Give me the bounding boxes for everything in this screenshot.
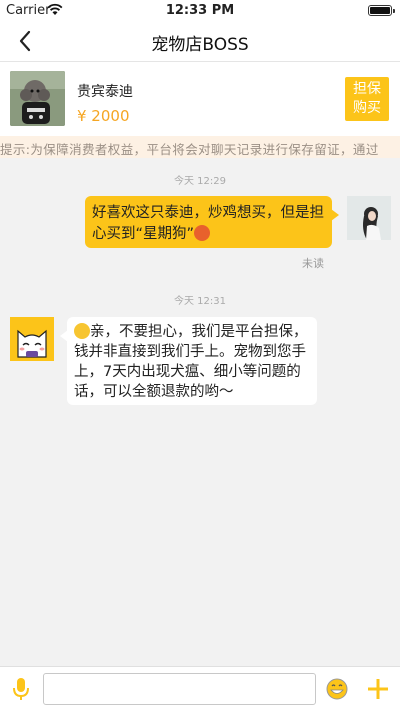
cat-avatar-icon [10,317,54,361]
nav-bar: 宠物店BOSS [0,20,400,62]
message-bubble-user[interactable]: 好喜欢这只泰迪，炒鸡想买，但是担心买到“星期狗” [85,196,339,248]
smile-emoji-icon [74,323,90,339]
product-image[interactable] [10,71,65,126]
message-text: 亲，不要担心，我们是平台担保，钱并非直接到我们手上。宠物到您手上，7天内出现犬瘟… [74,324,308,400]
status-bar: Carrier 12:33 PM [0,0,400,20]
battery-icon [368,5,395,16]
message-timestamp: 今天 12:29 [174,176,226,187]
message-timestamp: 今天 12:31 [174,296,226,307]
angry-emoji-icon [194,225,211,241]
page-title: 宠物店BOSS [151,35,249,55]
escrow-button-line2: 购买 [353,100,381,116]
user-avatar-icon [347,196,391,240]
notice-bar: 提示:为保障消费者权益，平台将会对聊天记录进行保存留证，通过 [0,136,400,158]
product-price: ¥ 2000 [77,107,130,125]
avatar[interactable] [347,196,391,240]
poodle-photo-icon [10,71,65,126]
emoji-icon[interactable] [325,677,349,701]
escrow-button-line1: 担保 [353,81,381,97]
message-bubble-shop[interactable]: 亲，不要担心，我们是平台担保，钱并非直接到我们手上。宠物到您手上，7天内出现犬瘟… [60,317,317,405]
status-time: 12:33 PM [165,3,235,18]
read-status: 未读 [302,257,324,270]
microphone-icon[interactable] [10,676,32,702]
input-bar [0,666,400,710]
product-card[interactable]: 贵宾泰迪 ¥ 2000 担保 购买 [0,62,400,136]
notice-text: 提示:为保障消费者权益，平台将会对聊天记录进行保存留证，通过 [0,142,379,157]
avatar[interactable] [10,317,54,361]
plus-icon[interactable] [365,676,391,702]
message-input[interactable] [43,673,316,705]
escrow-purchase-button[interactable]: 担保 购买 [345,77,389,121]
product-name: 贵宾泰迪 [77,84,133,100]
